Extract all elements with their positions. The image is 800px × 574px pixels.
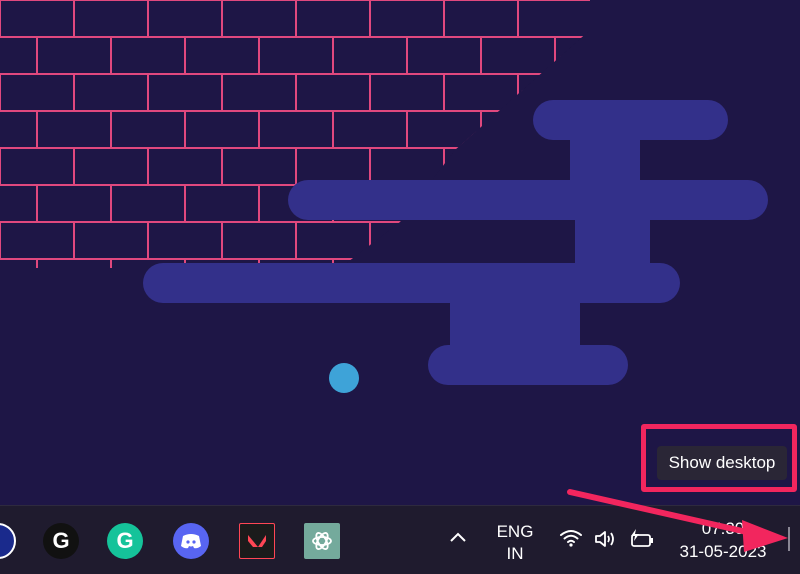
valorant-icon[interactable]: [239, 523, 275, 559]
show-hidden-icons-chevron[interactable]: [449, 528, 469, 548]
language-label: ENG: [496, 522, 534, 541]
annotation-arrow: [567, 489, 788, 552]
blue-orb: [329, 363, 359, 393]
discord-icon[interactable]: [173, 523, 209, 559]
region-label: IN: [506, 544, 524, 563]
language-indicator[interactable]: ENG IN: [492, 521, 538, 565]
chatgpt-icon[interactable]: [304, 523, 340, 559]
grammarly-icon[interactable]: G: [107, 523, 143, 559]
logitech-g-icon[interactable]: G: [43, 523, 79, 559]
